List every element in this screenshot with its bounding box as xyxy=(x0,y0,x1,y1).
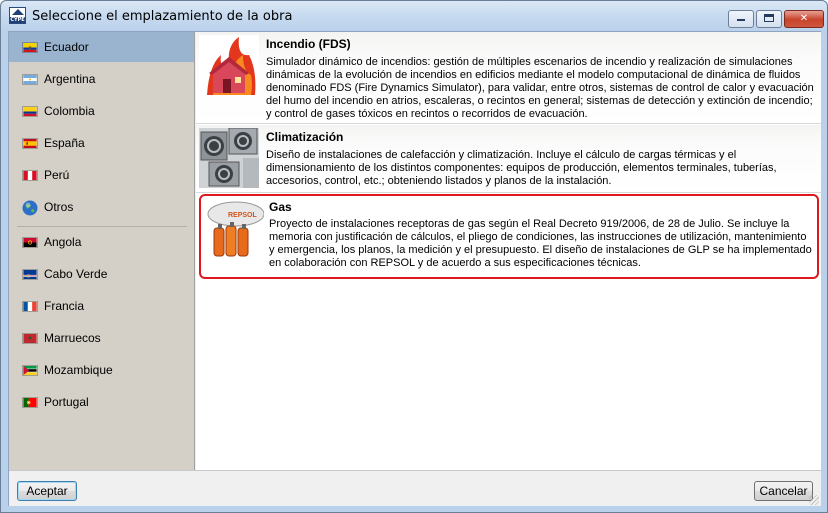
sidebar-item-morocco[interactable]: Marruecos xyxy=(9,323,194,353)
app-logo-text: CYPE xyxy=(10,17,25,23)
sidebar-item-mozambique[interactable]: Mozambique xyxy=(9,355,194,385)
maximize-icon xyxy=(764,14,774,22)
dialog-footer: Aceptar Cancelar xyxy=(9,470,821,506)
module-card-gas[interactable]: REPSOL Gas Proyecto de instalaciones rec… xyxy=(199,194,819,279)
sidebar-item-france[interactable]: Francia xyxy=(9,291,194,321)
close-icon: ✕ xyxy=(799,13,809,24)
app-logo-icon: CYPE xyxy=(9,7,26,24)
country-sidebar: Ecuador Argentina Colombia España Perú O… xyxy=(9,32,195,470)
portugal-flag-icon xyxy=(22,397,38,408)
colombia-flag-icon xyxy=(22,106,38,117)
accept-button[interactable]: Aceptar xyxy=(17,481,77,501)
gas-tank-icon: REPSOL xyxy=(204,198,264,258)
module-list: Incendio (FDS) Simulador dinámico de inc… xyxy=(196,32,821,470)
sidebar-item-label: Perú xyxy=(44,168,70,182)
sidebar-item-label: Francia xyxy=(44,299,85,313)
hvac-units-icon xyxy=(199,128,259,188)
module-card-fire[interactable]: Incendio (FDS) Simulador dinámico de inc… xyxy=(196,32,821,124)
minimize-button[interactable] xyxy=(728,10,754,28)
france-flag-icon xyxy=(22,301,38,312)
sidebar-item-label: Cabo Verde xyxy=(44,267,108,281)
sidebar-item-peru[interactable]: Perú xyxy=(9,160,194,190)
module-title: Incendio (FDS) xyxy=(266,37,351,51)
resize-grip-icon[interactable] xyxy=(809,495,819,505)
mozambique-flag-icon xyxy=(22,365,38,376)
sidebar-item-label: Marruecos xyxy=(44,331,101,345)
close-button[interactable]: ✕ xyxy=(784,10,824,28)
maximize-button[interactable] xyxy=(756,10,782,28)
burning-house-icon xyxy=(199,35,259,95)
sidebar-item-label: España xyxy=(44,136,85,150)
gas-tank-brand: REPSOL xyxy=(228,212,258,219)
peru-flag-icon xyxy=(22,170,38,181)
window-title: Seleccione el emplazamiento de la obra xyxy=(32,9,293,24)
ecuador-flag-icon xyxy=(22,42,38,53)
sidebar-item-label: Mozambique xyxy=(44,363,113,377)
morocco-flag-icon xyxy=(22,333,38,344)
module-description: Proyecto de instalaciones receptoras de … xyxy=(269,218,812,269)
sidebar-item-ecuador[interactable]: Ecuador xyxy=(9,32,194,62)
argentina-flag-icon xyxy=(22,74,38,85)
sidebar-item-label: Ecuador xyxy=(44,40,89,54)
sidebar-item-label: Angola xyxy=(44,235,82,249)
sidebar-item-argentina[interactable]: Argentina xyxy=(9,64,194,94)
globe-icon xyxy=(22,200,38,216)
sidebar-item-colombia[interactable]: Colombia xyxy=(9,96,194,126)
angola-flag-icon xyxy=(22,237,38,248)
cancel-button[interactable]: Cancelar xyxy=(754,481,813,501)
sidebar-item-cape-verde[interactable]: Cabo Verde xyxy=(9,259,194,289)
minimize-icon xyxy=(737,19,745,21)
sidebar-item-label: Colombia xyxy=(44,104,95,118)
cape-verde-flag-icon xyxy=(22,269,38,280)
dialog-client-area: Ecuador Argentina Colombia España Perú O… xyxy=(8,31,821,506)
module-title: Gas xyxy=(269,200,292,214)
sidebar-item-label: Portugal xyxy=(44,395,89,409)
sidebar-item-angola[interactable]: Angola xyxy=(9,227,194,257)
sidebar-item-others[interactable]: Otros xyxy=(9,192,194,222)
module-description: Diseño de instalaciones de calefacción y… xyxy=(266,149,777,187)
module-title: Climatización xyxy=(266,130,344,144)
sidebar-item-portugal[interactable]: Portugal xyxy=(9,387,194,417)
sidebar-item-spain[interactable]: España xyxy=(9,128,194,158)
dialog-window: CYPE Seleccione el emplazamiento de la o… xyxy=(0,0,828,513)
spain-flag-icon xyxy=(22,138,38,149)
module-description: Simulador dinámico de incendios: gestión… xyxy=(266,56,814,120)
sidebar-item-label: Otros xyxy=(44,200,74,214)
module-card-hvac[interactable]: Climatización Diseño de instalaciones de… xyxy=(196,125,821,193)
sidebar-item-label: Argentina xyxy=(44,72,96,86)
title-bar[interactable]: CYPE Seleccione el emplazamiento de la o… xyxy=(1,1,827,30)
